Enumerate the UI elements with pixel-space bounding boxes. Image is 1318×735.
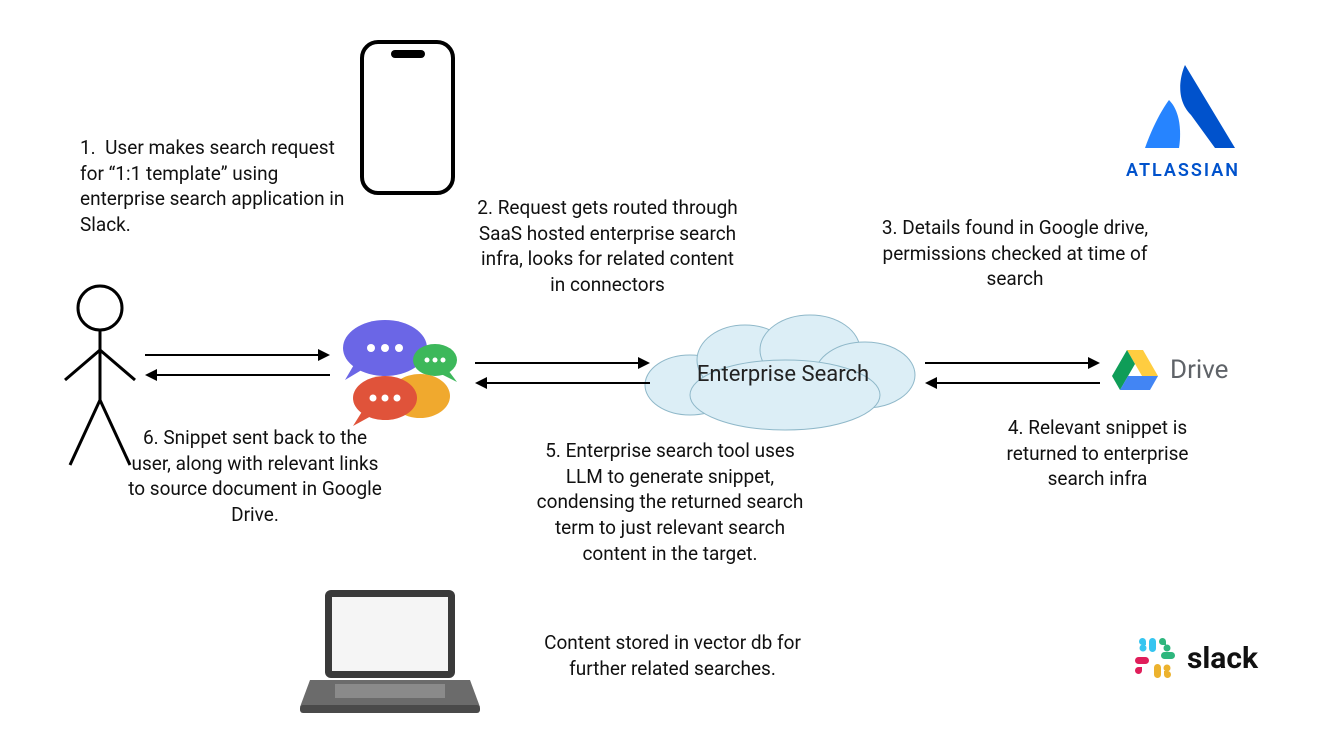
step-1-text: 1. User makes search request for “1:1 te… (80, 135, 345, 238)
atlassian-label: ATLASSIAN (1088, 160, 1278, 181)
laptop-icon (300, 585, 480, 715)
user-stick-figure-icon (55, 280, 145, 470)
slack-icon (1133, 636, 1177, 680)
cloud-label: Enterprise Search (683, 362, 883, 387)
step-6-text: 6. Snippet sent back to the user, along … (125, 425, 385, 528)
slack-label: slack (1187, 641, 1258, 676)
drive-icon (1110, 348, 1160, 392)
atlassian-logo: ATLASSIAN (1088, 60, 1278, 181)
step-4-text: 4. Relevant snippet is returned to enter… (985, 415, 1210, 492)
arrow-cloud-drive (925, 358, 1100, 394)
google-drive-logo: Drive (1110, 340, 1280, 400)
drive-label: Drive (1170, 355, 1228, 385)
step-5a-text: 5. Enterprise search tool uses LLM to ge… (530, 438, 810, 566)
step-3-text: 3. Details found in Google drive, permis… (870, 215, 1160, 292)
arrow-chat-cloud (475, 358, 650, 394)
step-2-text: 2. Request gets routed through SaaS host… (475, 195, 740, 298)
step-5b-text: Content stored in vector db for further … (535, 630, 810, 681)
arrow-user-chat (145, 350, 330, 386)
chat-bubbles-icon (335, 318, 465, 428)
atlassian-icon (1123, 60, 1243, 150)
slack-logo: slack (1133, 636, 1258, 680)
smartphone-icon (360, 40, 455, 195)
